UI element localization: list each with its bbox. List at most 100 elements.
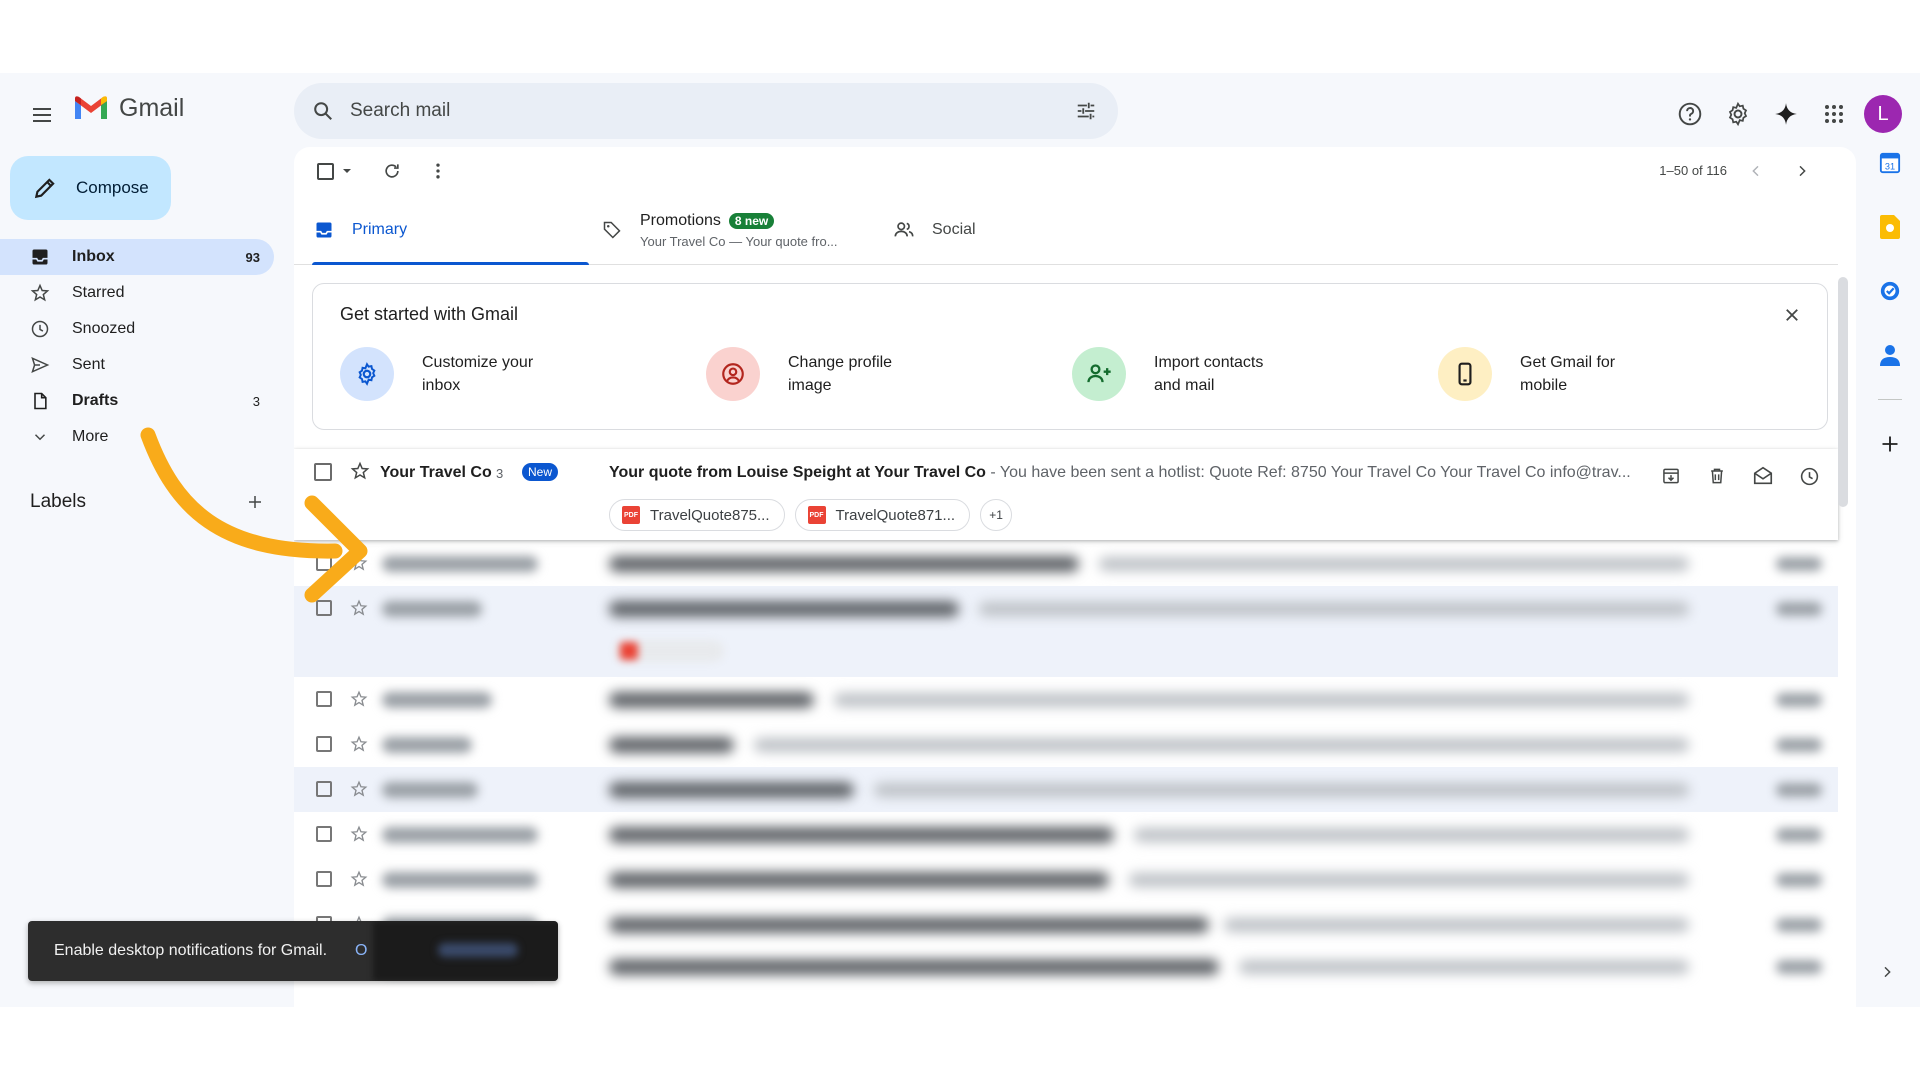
labels-section-header: Labels (30, 487, 270, 517)
blurred-date (1776, 960, 1822, 974)
star-icon[interactable] (348, 688, 370, 710)
option-label: Get Gmail for mobile (1520, 354, 1616, 394)
row-checkbox[interactable] (316, 691, 332, 707)
keep-notes-icon[interactable] (1870, 207, 1910, 247)
sidebar-item-label: More (72, 428, 109, 445)
add-label-plus-icon[interactable] (240, 487, 270, 517)
google-apps-grid-icon[interactable] (1810, 90, 1858, 138)
row-checkbox[interactable] (316, 555, 332, 571)
star-icon[interactable] (348, 733, 370, 755)
email-row[interactable] (294, 722, 1838, 767)
sidebar-item-sent[interactable]: Sent (0, 347, 274, 383)
search-bar[interactable]: Search mail (294, 83, 1118, 139)
gemini-sparkle-icon[interactable] (1762, 90, 1810, 138)
sidebar-item-inbox[interactable]: Inbox 93 (0, 239, 274, 275)
email-row[interactable] (294, 857, 1838, 902)
svg-text:31: 31 (1885, 161, 1895, 171)
sidebar-item-more[interactable]: More (0, 419, 274, 455)
email-row[interactable] (294, 541, 1838, 586)
header-actions: L (1666, 90, 1902, 138)
tab-social[interactable]: Social (892, 195, 976, 265)
search-options-icon[interactable] (1072, 97, 1100, 125)
hamburger-menu-icon (33, 108, 51, 122)
email-sender: Your Travel Co (380, 464, 492, 481)
row-checkbox[interactable] (316, 600, 332, 616)
sidebar-item-drafts[interactable]: Drafts 3 (0, 383, 274, 419)
newer-page-chevron-left-icon[interactable] (1740, 155, 1772, 187)
account-avatar[interactable]: L (1864, 95, 1902, 133)
star-icon[interactable] (348, 823, 370, 845)
compose-button[interactable]: Compose (10, 156, 171, 220)
thread-count: 3 (496, 466, 504, 481)
settings-gear-icon[interactable] (1714, 90, 1762, 138)
import-contacts-option[interactable]: Import contacts and mail (1072, 347, 1294, 401)
help-icon[interactable] (1666, 90, 1714, 138)
snooze-clock-icon[interactable] (1794, 461, 1824, 491)
blurred-snippet (874, 783, 1689, 797)
change-profile-image-option[interactable]: Change profile image (706, 347, 928, 401)
email-row[interactable] (294, 677, 1838, 722)
calendar-icon[interactable]: 31 (1870, 143, 1910, 183)
select-dropdown-caret-icon[interactable] (338, 155, 356, 187)
clock-icon (28, 317, 52, 341)
email-row[interactable] (294, 812, 1838, 857)
list-scrollbar[interactable] (1838, 277, 1848, 507)
customize-inbox-option[interactable]: Customize your inbox (340, 347, 562, 401)
star-icon[interactable] (348, 868, 370, 890)
add-addon-plus-icon[interactable] (1870, 424, 1910, 464)
mark-unread-envelope-icon[interactable] (1748, 461, 1778, 491)
refresh-icon[interactable] (376, 155, 408, 187)
sidebar-item-label: Sent (72, 356, 105, 373)
email-row[interactable] (294, 586, 1838, 677)
blurred-sender (382, 601, 482, 617)
gmail-logo[interactable]: Gmail (73, 94, 184, 123)
star-icon[interactable] (348, 597, 370, 619)
blurred-sender (382, 782, 478, 798)
star-icon[interactable] (348, 778, 370, 800)
mail-toolbar: 1–50 of 116 (294, 147, 1856, 195)
search-icon[interactable] (308, 96, 338, 126)
blurred-snippet (1224, 918, 1689, 932)
sidebar-item-snoozed[interactable]: Snoozed (0, 311, 274, 347)
row-checkbox[interactable] (316, 736, 332, 752)
row-checkbox[interactable] (316, 826, 332, 842)
row-checkbox[interactable] (316, 781, 332, 797)
contacts-icon[interactable] (1870, 335, 1910, 375)
drafts-count: 3 (252, 393, 260, 409)
search-input[interactable]: Search mail (350, 100, 450, 122)
archive-icon[interactable] (1656, 461, 1686, 491)
attachment-chip[interactable]: PDF TravelQuote871... (794, 499, 971, 531)
row-checkbox[interactable] (316, 871, 332, 887)
more-options-vertical-icon[interactable] (422, 155, 454, 187)
close-icon[interactable] (1777, 300, 1807, 330)
select-all-checkbox[interactable] (314, 155, 336, 187)
blurred-snippet (834, 693, 1689, 707)
blurred-subject (609, 827, 1114, 843)
tab-primary[interactable]: Primary (312, 195, 590, 265)
email-row[interactable] (294, 767, 1838, 812)
sidebar-item-starred[interactable]: Starred (0, 275, 274, 311)
star-icon[interactable] (348, 459, 372, 483)
show-side-panel-chevron-icon[interactable] (1873, 958, 1901, 986)
tab-promotions[interactable]: Promotions 8 new Your Travel Co — Your q… (600, 195, 838, 265)
sidebar-item-label: Starred (72, 284, 125, 301)
blurred-attachment (614, 640, 724, 662)
draft-file-icon (28, 389, 52, 413)
blurred-sender (382, 872, 538, 888)
email-row-highlighted[interactable]: Your Travel Co 3 New Your quote from Lou… (294, 449, 1838, 540)
blurred-subject (609, 692, 814, 708)
blurred-sender (382, 737, 472, 753)
trash-icon[interactable] (1702, 461, 1732, 491)
older-page-chevron-right-icon[interactable] (1786, 155, 1818, 187)
get-gmail-mobile-option[interactable]: Get Gmail for mobile (1438, 347, 1660, 401)
star-icon (28, 281, 52, 305)
tasks-icon[interactable] (1870, 271, 1910, 311)
row-checkbox[interactable] (314, 463, 332, 481)
more-attachments-chip[interactable]: +1 (980, 499, 1013, 531)
main-menu-button[interactable] (22, 95, 62, 135)
blurred-snippet (1239, 960, 1689, 974)
toast-action[interactable]: O (355, 942, 367, 960)
star-icon[interactable] (348, 552, 370, 574)
option-label: Customize your inbox (422, 354, 534, 394)
attachment-chip[interactable]: PDF TravelQuote875... (609, 499, 785, 531)
